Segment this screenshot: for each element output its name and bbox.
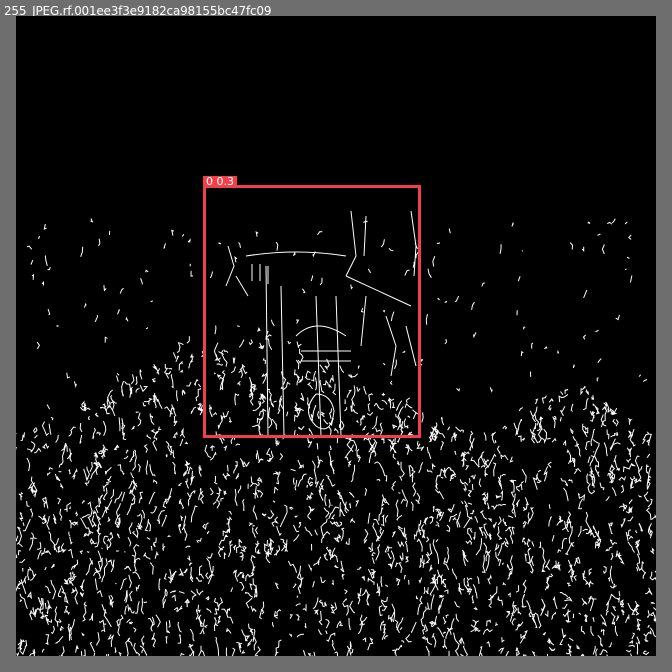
- image-canvas: 0 0.3: [16, 16, 656, 656]
- detection-label: 0 0.3: [203, 176, 237, 188]
- detection-box[interactable]: 0 0.3: [203, 176, 421, 438]
